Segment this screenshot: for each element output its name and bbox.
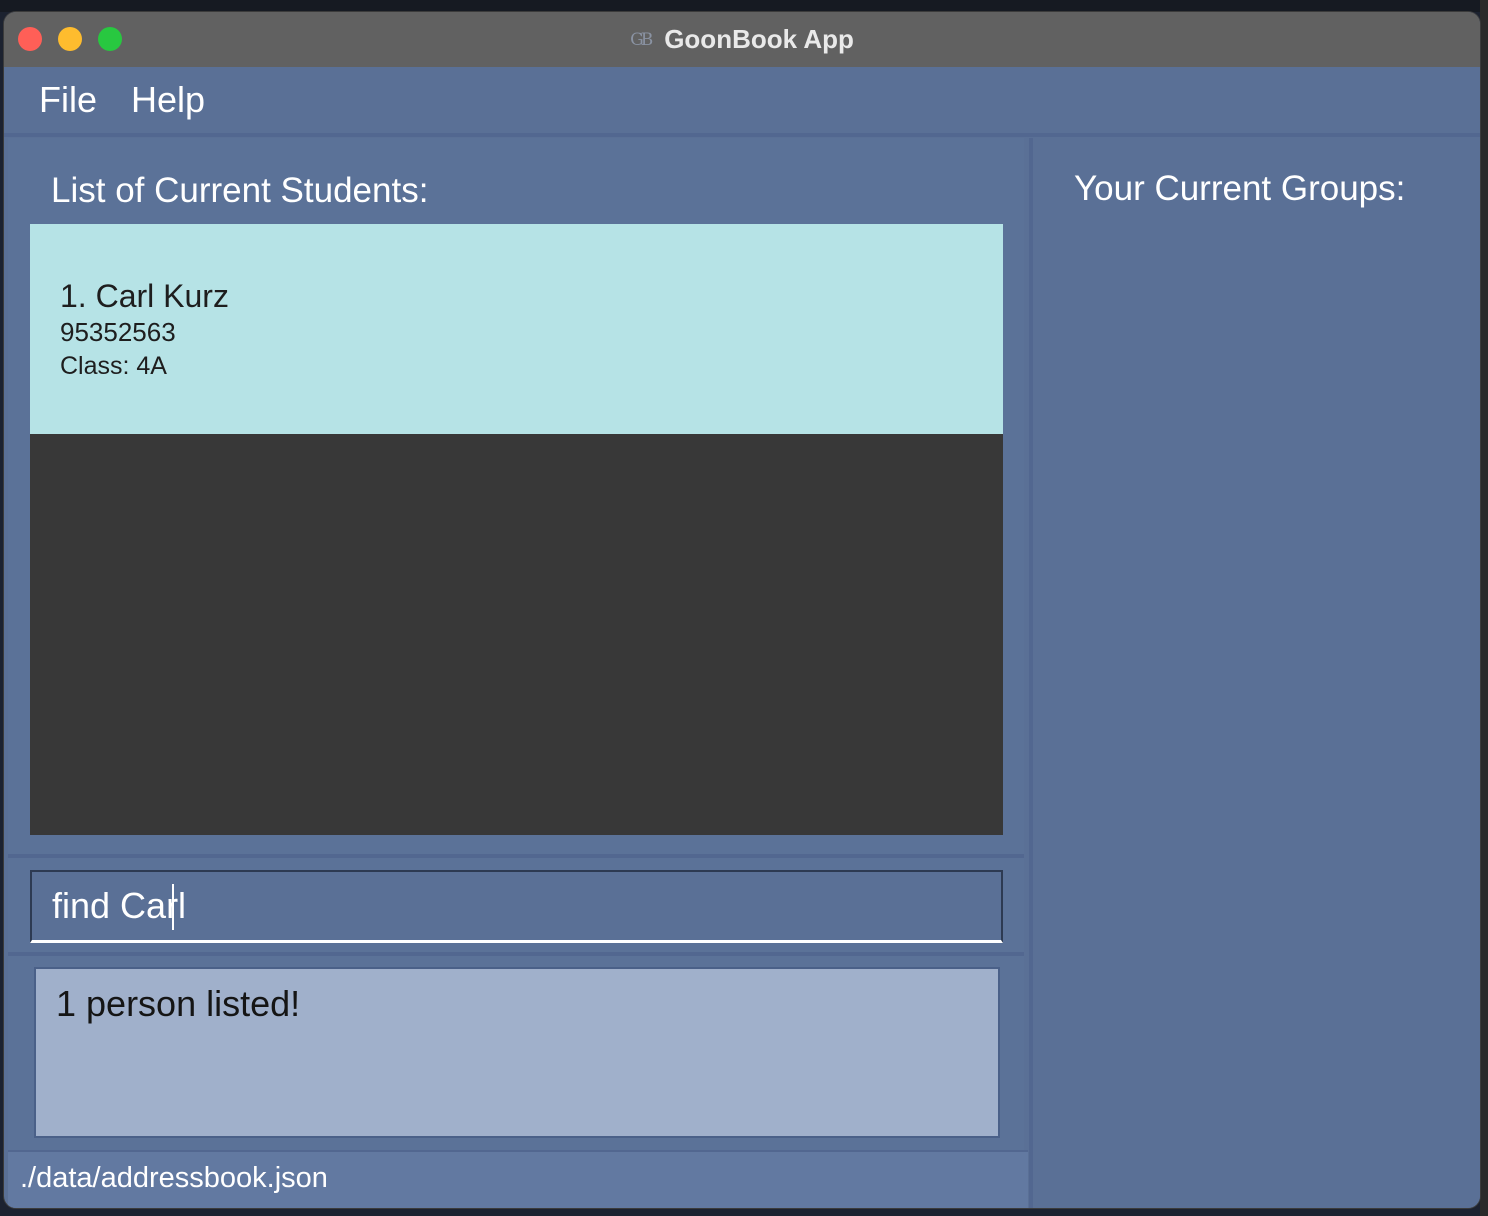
menu-file[interactable]: File — [39, 79, 97, 121]
command-input[interactable] — [32, 872, 1001, 940]
student-class: Class: 4A — [60, 352, 167, 380]
student-card[interactable]: 1. Carl Kurz 95352563 Class: 4A — [30, 224, 1003, 434]
title-bar: GB GoonBook App — [4, 12, 1480, 68]
groups-heading: Your Current Groups: — [1074, 169, 1406, 208]
groups-pane: Your Current Groups: — [1029, 138, 1480, 1208]
student-phone: 95352563 — [60, 317, 176, 347]
status-file-path: ./data/addressbook.json — [20, 1162, 328, 1194]
student-list[interactable]: 1. Carl Kurz 95352563 Class: 4A — [30, 224, 1003, 835]
result-message: 1 person listed! — [56, 983, 301, 1024]
title-group: GB GoonBook App — [4, 12, 1480, 67]
status-bar: ./data/addressbook.json — [8, 1150, 1028, 1208]
app-window: GB GoonBook App File Help List of Curren… — [4, 12, 1480, 1208]
desktop-background — [0, 0, 1488, 12]
desktop-edge — [1480, 0, 1488, 1216]
app-logo-icon: GB — [630, 29, 653, 50]
students-heading: List of Current Students: — [51, 171, 429, 210]
text-caret — [172, 884, 174, 930]
menu-bar: File Help — [4, 67, 1480, 137]
result-display: 1 person listed! — [34, 967, 1000, 1138]
students-pane: List of Current Students: 1. Carl Kurz 9… — [8, 138, 1028, 1208]
window-title: GoonBook App — [664, 24, 854, 54]
command-box[interactable] — [30, 870, 1003, 943]
student-name: 1. Carl Kurz — [60, 278, 229, 314]
divider — [8, 854, 1024, 858]
menu-help[interactable]: Help — [131, 79, 205, 121]
divider — [8, 952, 1024, 956]
